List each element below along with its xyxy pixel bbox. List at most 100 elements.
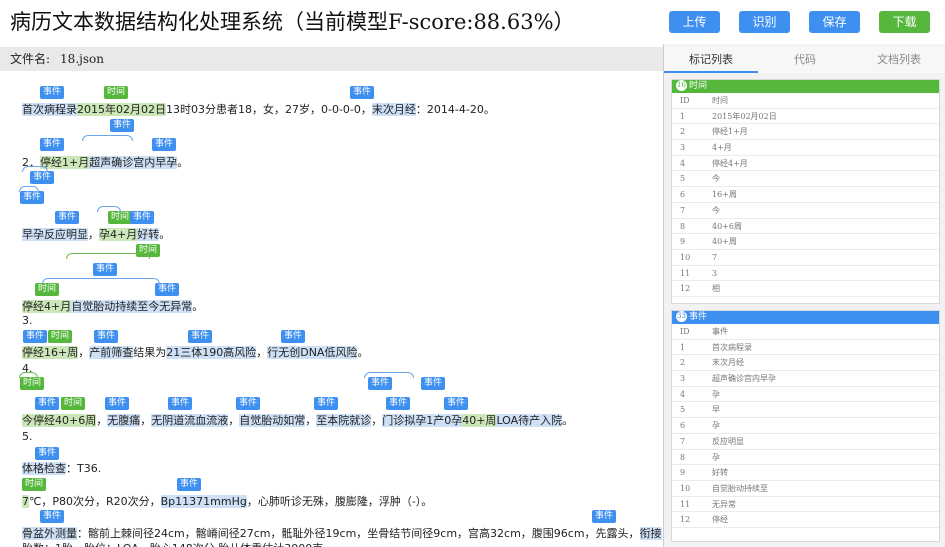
table-row[interactable]: 12 相 (672, 281, 939, 297)
time-span[interactable]: 孕4+月 (99, 228, 138, 241)
time-tag[interactable]: 时间 (61, 397, 86, 410)
time-span[interactable]: 2015年02月02日 (77, 103, 166, 116)
event-tag[interactable]: 事件 (40, 138, 65, 151)
table-row[interactable]: 3 4+月 (672, 140, 939, 156)
event-span[interactable]: 超声确诊宫内早孕 (89, 156, 178, 169)
time-tag[interactable]: 时间 (20, 377, 45, 390)
document-line[interactable]: 首次病程录2015年02月02日13时03分患者18，女，27岁，0-0-0-0… (22, 102, 495, 118)
event-span[interactable]: 好转 (137, 228, 160, 241)
document-line[interactable]: 骨盆外测量：髂前上棘间径24cm，髂嵴间径27cm，骶耻外径19cm，坐骨结节间… (22, 526, 663, 542)
save-button[interactable]: 保存 (809, 11, 860, 33)
table-row[interactable]: 10 自觉胎动持续至 (672, 481, 939, 497)
tab-document-list[interactable]: 文档列表 (852, 47, 945, 73)
table-row[interactable]: 8 40+6周 (672, 219, 939, 235)
event-tag[interactable]: 事件 (592, 510, 617, 523)
event-tag[interactable]: 事件 (368, 377, 393, 390)
table-row[interactable]: 6 16+周 (672, 187, 939, 203)
event-span[interactable]: 无异常 (159, 300, 193, 313)
table-row[interactable]: 7今 (672, 203, 939, 219)
event-span[interactable]: 自觉胎动持续至今 (71, 300, 160, 313)
event-span[interactable]: 无腹痛 (107, 414, 141, 427)
table-row[interactable]: 2 末次月经 (672, 355, 939, 372)
document-line[interactable]: 7℃，P80次分，R20次分，Bp11371mmHg，心肺听诊无殊，腹膨隆，浮肿… (22, 494, 432, 510)
event-tag[interactable]: 事件 (236, 397, 261, 410)
time-span[interactable]: 停经4+月 (22, 300, 72, 313)
document-line[interactable]: 胎数：1胎，胎位：LOA，胎心148次分,胎儿体重估计3000克。 (22, 541, 334, 547)
tab-code[interactable]: 代码 (758, 47, 852, 73)
time-tag[interactable]: 时间 (48, 330, 73, 343)
event-tag[interactable]: 事件 (168, 397, 193, 410)
table-row[interactable]: 11 3 (672, 266, 939, 282)
event-tag[interactable]: 事件 (386, 397, 411, 410)
event-tag[interactable]: 事件 (20, 191, 45, 204)
event-span[interactable]: 无阴道流血流液 (151, 414, 229, 427)
event-tag[interactable]: 事件 (55, 211, 80, 224)
tab-annotation-list[interactable]: 标记列表 (664, 47, 758, 73)
table-row[interactable]: 2 停经1+月 (672, 124, 939, 141)
table-row[interactable]: 7 反应明显 (672, 434, 939, 450)
event-tag[interactable]: 事件 (94, 330, 119, 343)
table-row[interactable]: 1 首次病程录 (672, 340, 939, 356)
table-row[interactable]: 10 7 (672, 250, 939, 266)
event-span[interactable]: 衔接 (639, 527, 662, 540)
event-span[interactable]: 产前筛查 (89, 346, 134, 359)
event-span[interactable]: LOA待产入院 (496, 414, 563, 427)
event-tag[interactable]: 事件 (281, 330, 306, 343)
event-span[interactable]: 自觉胎动如常 (239, 414, 306, 427)
table-row[interactable]: 1 2015年02月02日 (672, 109, 939, 125)
annotated-document[interactable]: 首次病程录2015年02月02日13时03分患者18，女，27岁，0-0-0-0… (0, 71, 663, 547)
event-tag[interactable]: 事件 (40, 510, 65, 523)
table-row[interactable]: 12 停经 (672, 512, 939, 528)
document-line[interactable]: 5. (22, 429, 33, 445)
time-span[interactable]: 7 (22, 495, 29, 508)
time-tag[interactable]: 时间 (35, 283, 60, 296)
event-span[interactable]: 体格检查 (22, 462, 66, 475)
document-line[interactable]: 停经4+月自觉胎动持续至今无异常。 (22, 299, 203, 315)
event-tag[interactable]: 事件 (30, 171, 55, 184)
time-tag[interactable]: 时间 (104, 86, 129, 99)
event-span[interactable]: 末次月经 (371, 103, 416, 116)
event-tag[interactable]: 事件 (444, 397, 469, 410)
download-button[interactable]: 下载 (879, 11, 930, 33)
table-row[interactable]: 9 40+周 (672, 234, 939, 250)
event-span[interactable]: 早孕反应明显 (22, 228, 88, 241)
document-line[interactable]: 早孕反应明显，孕4+月好转。 (22, 227, 170, 243)
event-tag[interactable]: 事件 (110, 119, 135, 132)
document-line[interactable]: 停经16+周，产前筛查结果为21三体190高风险，行无创DNA低风险。 (22, 345, 368, 361)
table-row[interactable]: 5今 (672, 171, 939, 188)
event-tag[interactable]: 事件 (177, 478, 202, 491)
table-row[interactable]: 9 好转 (672, 465, 939, 481)
table-row[interactable]: 4 停经4+月 (672, 156, 939, 172)
event-span[interactable]: Bp11371mmHg (160, 495, 247, 508)
recognize-button[interactable]: 识别 (739, 11, 790, 33)
event-tag[interactable]: 事件 (130, 211, 155, 224)
table-row[interactable]: 11 无异常 (672, 497, 939, 513)
table-row[interactable]: 4孕 (672, 387, 939, 403)
table-row[interactable]: 5早 (672, 402, 939, 419)
event-tag[interactable]: 事件 (155, 283, 180, 296)
table-row[interactable]: 6孕 (672, 418, 939, 434)
table-row[interactable]: 3 超声确诊宫内早孕 (672, 371, 939, 387)
event-tag[interactable]: 事件 (35, 447, 60, 460)
table-row[interactable]: 8孕 (672, 450, 939, 466)
upload-button[interactable]: 上传 (669, 11, 720, 33)
event-tag[interactable]: 事件 (93, 263, 118, 276)
event-span[interactable]: 门诊拟孕1产0孕 (382, 414, 463, 427)
event-tag[interactable]: 事件 (40, 86, 65, 99)
document-line[interactable]: 3. (22, 313, 33, 329)
time-span[interactable]: 40+周 (462, 414, 497, 427)
time-span[interactable]: 停经16+周 (22, 346, 79, 359)
event-tag[interactable]: 事件 (314, 397, 339, 410)
event-span[interactable]: 骨盆外测量 (22, 527, 77, 540)
time-span[interactable]: 今停经40+6周 (22, 414, 97, 427)
time-tag[interactable]: 时间 (22, 478, 47, 491)
event-tag[interactable]: 事件 (23, 330, 48, 343)
event-span[interactable]: 至本院就诊 (316, 414, 372, 427)
event-span[interactable]: 首次病程录 (22, 103, 77, 116)
event-tag[interactable]: 事件 (152, 138, 177, 151)
time-span[interactable]: 停经1+月 (40, 156, 90, 169)
event-tag[interactable]: 事件 (105, 397, 130, 410)
event-tag[interactable]: 事件 (188, 330, 213, 343)
event-tag[interactable]: 事件 (35, 397, 60, 410)
event-span[interactable]: 21三体190高风险 (166, 346, 257, 359)
